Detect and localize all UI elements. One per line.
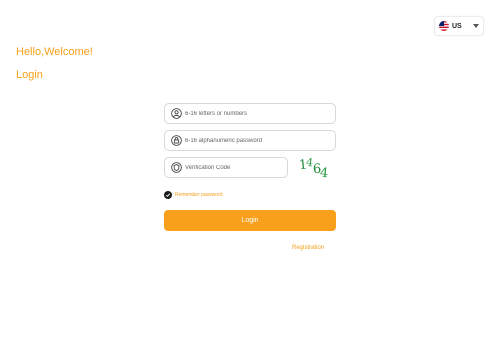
- registration-link[interactable]: Registration: [292, 245, 324, 251]
- shield-icon: [171, 162, 182, 173]
- password-field[interactable]: [164, 130, 336, 151]
- verification-code-input[interactable]: [185, 164, 287, 171]
- lock-icon: [171, 135, 182, 146]
- welcome-greeting: Hello,Welcome!: [16, 46, 93, 58]
- remember-password-toggle[interactable]: Remember password: [164, 191, 223, 199]
- user-icon: [171, 108, 182, 119]
- page-title: Login: [16, 69, 43, 81]
- username-field[interactable]: [164, 103, 336, 124]
- login-button[interactable]: Login: [164, 210, 336, 231]
- captcha-digit: 4: [319, 166, 329, 180]
- caret-down-icon: [473, 24, 479, 28]
- username-input[interactable]: [185, 110, 325, 117]
- language-code: US: [452, 22, 462, 30]
- login-page: US Hello,Welcome! Login 1 4 6 4: [0, 0, 500, 348]
- remember-password-label: Remember password: [175, 192, 223, 198]
- language-selector[interactable]: US: [434, 16, 484, 36]
- password-input[interactable]: [185, 137, 325, 144]
- verification-code-field[interactable]: [164, 157, 288, 178]
- remember-checkbox[interactable]: [164, 191, 172, 199]
- check-icon: [165, 193, 171, 197]
- us-flag-icon: [439, 21, 449, 31]
- captcha-image[interactable]: 1 4 6 4: [298, 153, 330, 180]
